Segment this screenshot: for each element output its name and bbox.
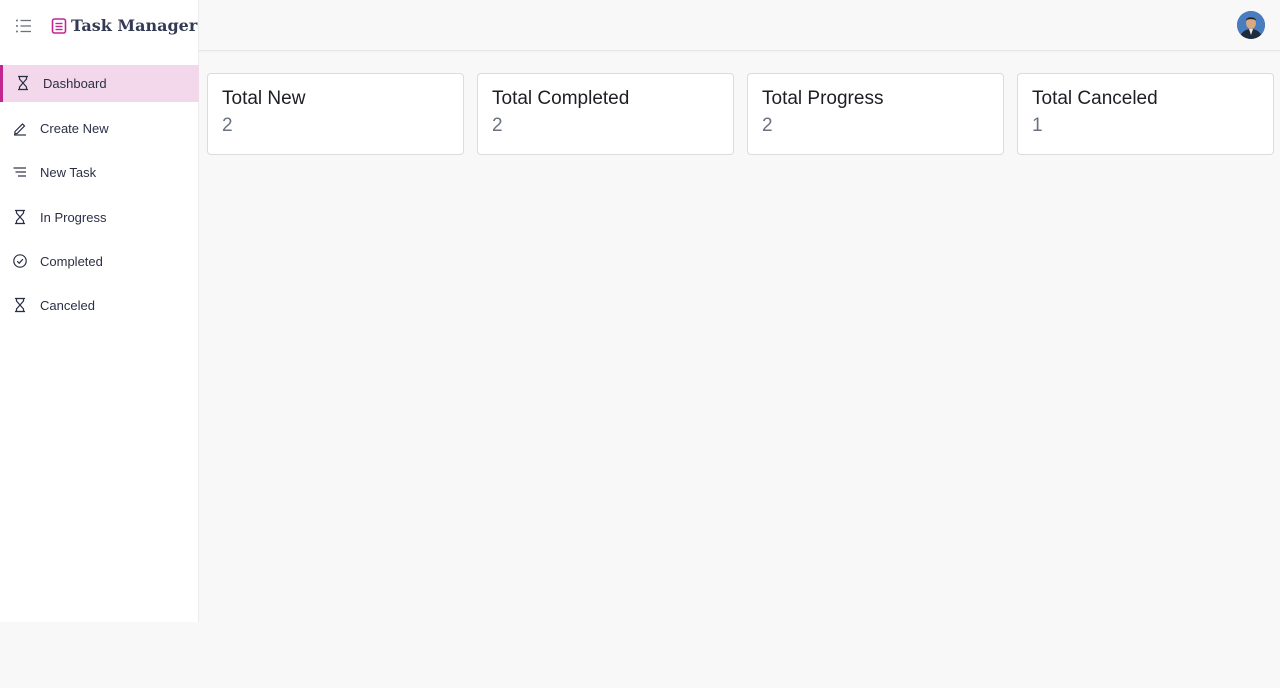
card-title: Total New [222,88,306,109]
sidebar-item-label: Create New [40,121,109,136]
sidebar-item-label: New Task [40,165,97,180]
lines-icon [12,164,28,180]
summary-card-total-new: Total New 2 [207,73,464,155]
sidebar-item-new-task[interactable]: New Task [0,154,199,191]
pencil-icon [12,120,28,136]
notepad-icon [51,17,67,35]
hourglass-icon [15,75,31,91]
sidebar-item-label: In Progress [40,210,107,225]
card-title: Total Completed [492,88,630,109]
hourglass-icon [12,209,28,225]
top-navbar: Task Manager [0,0,1280,51]
summary-card-total-canceled: Total Canceled 1 [1017,73,1274,155]
sidebar-item-dashboard[interactable]: Dashboard [0,65,199,102]
card-title: Total Progress [762,88,884,109]
hourglass-icon [12,297,28,313]
card-count: 2 [762,115,773,136]
app-title: Task Manager [71,16,198,35]
sidebar-item-label: Completed [40,254,103,269]
sidebar-item-label: Dashboard [43,76,107,91]
card-count: 2 [492,115,503,136]
sidebar-item-canceled[interactable]: Canceled [0,287,199,324]
sidebar-item-in-progress[interactable]: In Progress [0,199,199,236]
summary-card-total-completed: Total Completed 2 [477,73,734,155]
summary-card-total-progress: Total Progress 2 [747,73,1004,155]
brand-area: Task Manager [0,0,199,51]
sidebar-item-label: Canceled [40,298,95,313]
card-count: 1 [1032,115,1043,136]
user-avatar[interactable] [1237,11,1265,39]
check-circle-icon [12,253,28,269]
sidebar-item-completed[interactable]: Completed [0,243,199,280]
sidebar-item-create-new[interactable]: Create New [0,110,199,147]
list-icon[interactable] [14,16,34,36]
card-title: Total Canceled [1032,88,1158,109]
sidebar: Dashboard Create New New Task In Progres… [0,51,199,622]
card-count: 2 [222,115,233,136]
